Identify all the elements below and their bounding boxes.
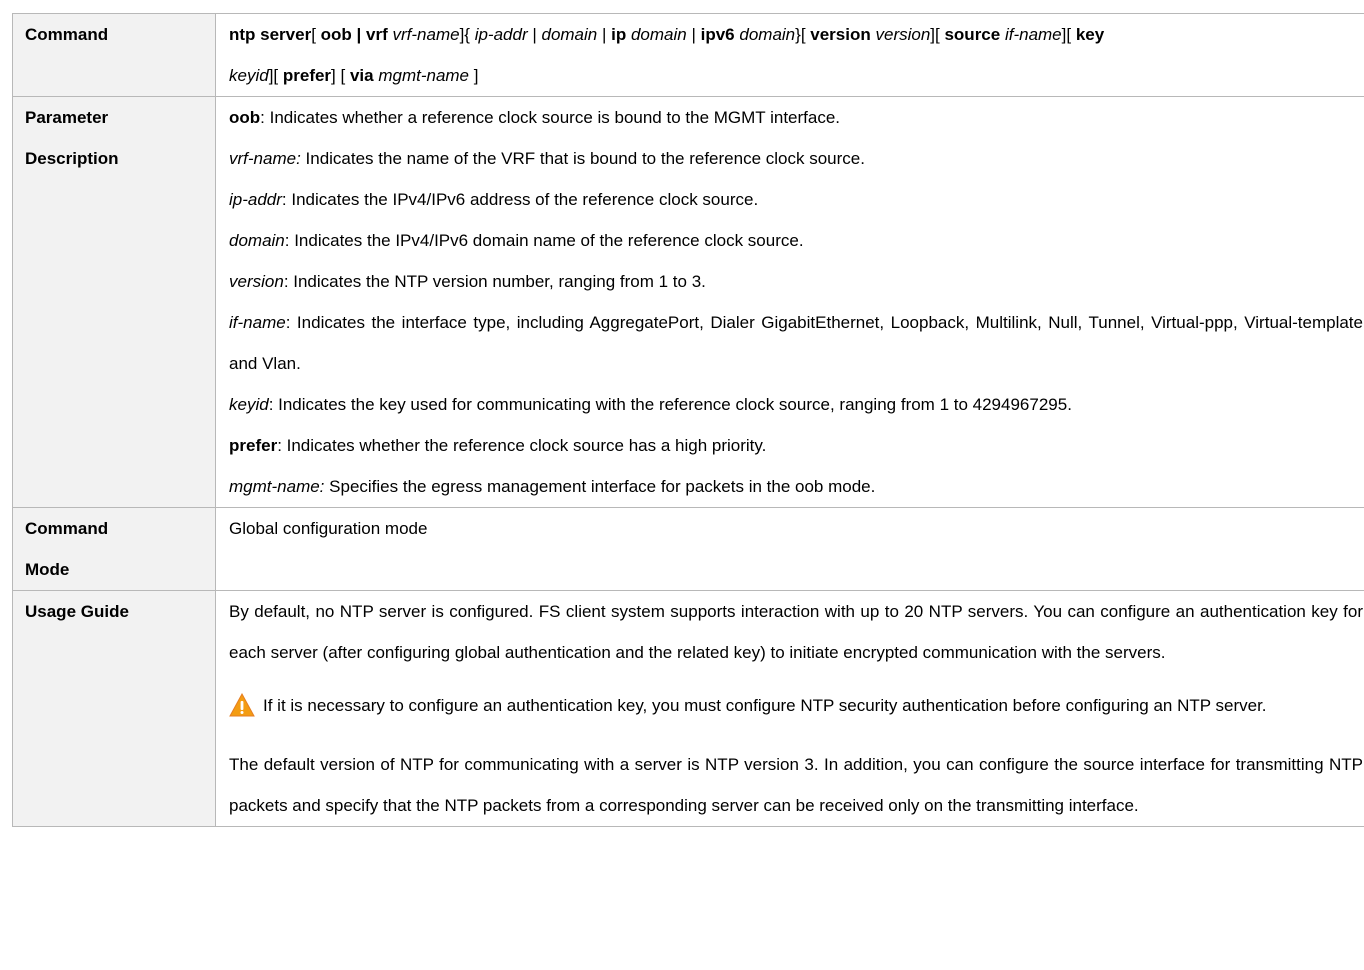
param-term: oob [229,108,261,127]
command-mode-value: Global configuration mode [229,519,428,538]
syntax-bracket: ][ [930,25,945,44]
syntax-bracket: ] [ [331,66,350,85]
syntax-keyword: oob | vrf [320,25,388,44]
param-desc: : Indicates the IPv4/IPv6 address of the… [281,190,759,209]
command-mode-label-cell: Command Mode [12,507,216,591]
parameter-label-line-2: Description [25,149,119,168]
param-item-version: version: Indicates the NTP version numbe… [229,261,1363,302]
parameter-label-line-1: Parameter [25,108,109,127]
param-term: domain [229,231,285,250]
param-desc: : Indicates the interface type, includin… [229,313,1363,373]
syntax-argument: if-name [1004,25,1062,44]
command-label-cell: Command [12,13,216,97]
command-mode-row: Command Mode Global configuration mode [12,507,1364,591]
usage-paragraph-3: The default version of NTP for communica… [229,755,1363,815]
syntax-argument: vrf-name [392,25,460,44]
param-term: version [229,272,284,291]
syntax-bracket: ] [469,66,479,85]
param-term: ip-addr [229,190,282,209]
command-mode-value-cell: Global configuration mode [215,507,1364,591]
usage-guide-label: Usage Guide [25,602,129,621]
param-item-domain: domain: Indicates the IPv4/IPv6 domain n… [229,220,1363,261]
syntax-argument: ip-addr [474,25,528,44]
param-desc: : Indicates whether the reference clock … [277,436,767,455]
command-syntax-line-2: keyid][ prefer] [ via mgmt-name ] [229,55,1363,96]
parameter-row: Parameter Description oob: Indicates whe… [12,96,1364,508]
param-desc: : Indicates whether a reference clock so… [260,108,841,127]
syntax-argument: mgmt-name [378,66,470,85]
syntax-keyword: ntp server [229,25,312,44]
param-desc: Specifies the egress management interfac… [324,477,876,496]
syntax-bracket: ]{ [459,25,475,44]
command-mode-label-line-1: Command [25,519,109,538]
param-item-ip-addr: ip-addr: Indicates the IPv4/IPv6 address… [229,179,1363,220]
param-item-keyid: keyid: Indicates the key used for commun… [229,384,1363,425]
param-term: mgmt-name: [229,477,325,496]
usage-paragraph-1: By default, no NTP server is configured.… [229,602,1363,662]
command-row: Command ntp server[ oob | vrf vrf-name]{… [12,13,1364,97]
syntax-argument: domain [739,25,796,44]
param-term: vrf-name: [229,149,301,168]
param-item-mgmt-name: mgmt-name: Specifies the egress manageme… [229,466,1363,507]
usage-guide-content-cell: By default, no NTP server is configured.… [215,590,1364,827]
syntax-separator: | [597,25,612,44]
command-syntax-line-1: ntp server[ oob | vrf vrf-name]{ ip-addr… [229,14,1363,55]
syntax-separator: | [686,25,701,44]
param-item-oob: oob: Indicates whether a reference clock… [229,97,1363,138]
syntax-bracket: }[ [795,25,811,44]
command-label: Command [25,25,109,44]
syntax-keyword: ip [611,25,627,44]
syntax-keyword: ipv6 [700,25,735,44]
param-desc: : Indicates the key used for communicati… [268,395,1072,414]
param-term: prefer [229,436,278,455]
usage-guide-row: Usage Guide By default, no NTP server is… [12,590,1364,827]
param-desc: Indicates the name of the VRF that is bo… [300,149,865,168]
param-item-prefer: prefer: Indicates whether the reference … [229,425,1363,466]
command-mode-label-line-2: Mode [25,560,70,579]
syntax-keyword: prefer [282,66,332,85]
syntax-bracket: ][ [1061,25,1076,44]
param-desc: : Indicates the NTP version number, rang… [283,272,706,291]
param-item-vrf-name: vrf-name: Indicates the name of the VRF … [229,138,1363,179]
command-reference-table: Command ntp server[ oob | vrf vrf-name]{… [12,13,1364,827]
syntax-separator: | [527,25,542,44]
syntax-bracket: [ [311,25,321,44]
syntax-keyword: version [810,25,871,44]
syntax-argument: version [875,25,931,44]
syntax-keyword: via [349,66,374,85]
syntax-keyword: key [1075,25,1105,44]
syntax-argument: domain [541,25,598,44]
param-term: keyid [229,395,269,414]
param-term: if-name [229,313,286,332]
syntax-argument: domain [630,25,687,44]
usage-caution-note: If it is necessary to configure an authe… [229,685,1363,732]
command-syntax-cell: ntp server[ oob | vrf vrf-name]{ ip-addr… [215,13,1364,97]
usage-caution-text: If it is necessary to configure an authe… [263,696,1267,715]
syntax-keyword: source [944,25,1001,44]
warning-triangle-icon [229,691,255,732]
param-desc: : Indicates the IPv4/IPv6 domain name of… [284,231,804,250]
parameter-description-cell: oob: Indicates whether a reference clock… [215,96,1364,508]
syntax-bracket: ][ [268,66,283,85]
parameter-label-cell: Parameter Description [12,96,216,508]
syntax-argument: keyid [229,66,269,85]
param-item-if-name: if-name: Indicates the interface type, i… [229,302,1363,384]
usage-guide-label-cell: Usage Guide [12,590,216,827]
